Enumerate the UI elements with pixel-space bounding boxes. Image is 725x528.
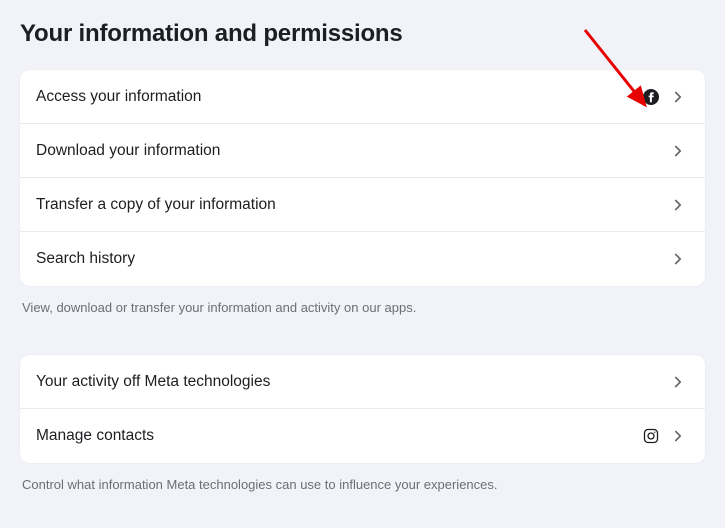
chevron-right-icon [669, 88, 687, 106]
chevron-right-icon [669, 373, 687, 391]
page-title: Your information and permissions [20, 20, 705, 48]
row-search-history[interactable]: Search history [20, 232, 705, 286]
facebook-icon [643, 89, 659, 105]
section-caption: Control what information Meta technologi… [20, 477, 705, 492]
row-label: Transfer a copy of your information [36, 196, 276, 214]
row-manage-contacts[interactable]: Manage contacts [20, 409, 705, 463]
row-transfer-copy[interactable]: Transfer a copy of your information [20, 178, 705, 232]
chevron-right-icon [669, 142, 687, 160]
chevron-right-icon [669, 196, 687, 214]
section-caption: View, download or transfer your informat… [20, 300, 705, 315]
row-access-your-information[interactable]: Access your information [20, 70, 705, 124]
section-your-information: Access your information Download your in… [20, 70, 705, 286]
row-activity-off-meta[interactable]: Your activity off Meta technologies [20, 355, 705, 409]
chevron-right-icon [669, 250, 687, 268]
instagram-icon [643, 428, 659, 444]
row-download-your-information[interactable]: Download your information [20, 124, 705, 178]
section-activity: Your activity off Meta technologies Mana… [20, 355, 705, 463]
row-label: Your activity off Meta technologies [36, 373, 270, 391]
row-label: Access your information [36, 88, 201, 106]
row-label: Search history [36, 250, 135, 268]
row-label: Manage contacts [36, 427, 154, 445]
row-label: Download your information [36, 142, 220, 160]
chevron-right-icon [669, 427, 687, 445]
